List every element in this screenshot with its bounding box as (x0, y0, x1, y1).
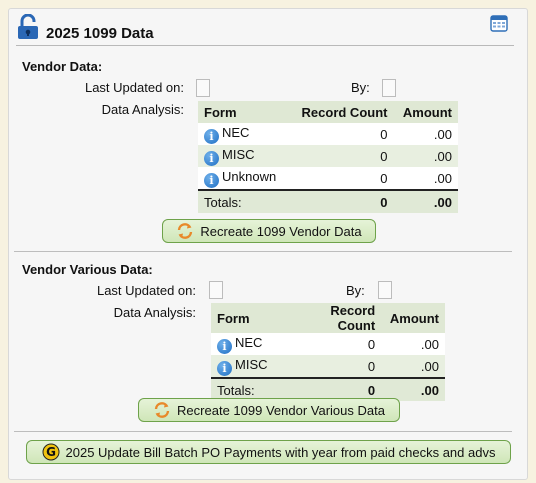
form-cell[interactable]: i MISC (211, 355, 284, 377)
various-last-updated-label: Last Updated on: (96, 283, 196, 298)
unlocked-lock-icon[interactable] (16, 14, 40, 40)
refresh-icon (154, 402, 170, 418)
info-icon[interactable]: i (204, 128, 219, 144)
totals-amount: .00 (393, 189, 458, 213)
various-last-updated-value (209, 281, 223, 299)
button-label: 2025 Update Bill Batch PO Payments with … (65, 444, 496, 460)
totals-label: Totals: (198, 189, 293, 213)
section-divider (14, 431, 512, 432)
amount-cell: .00 (393, 123, 458, 145)
amount-cell: .00 (393, 145, 458, 167)
column-header-form: Form (211, 303, 284, 333)
various-by-value (378, 281, 392, 299)
amount-cell: .00 (381, 355, 445, 377)
table-row: i MISC 0 .00 (198, 145, 458, 167)
info-icon[interactable]: i (217, 338, 232, 354)
totals-row: Totals: 0 .00 (198, 189, 458, 213)
table-row: i NEC 0 .00 (211, 333, 445, 355)
vendor-analysis-table: Form Record Count Amount i NEC 0 .00 i MIS… (198, 101, 458, 213)
info-icon[interactable]: i (204, 150, 219, 166)
refresh-icon (178, 223, 193, 239)
table-row: i Unknown 0 .00 (198, 167, 458, 189)
various-by-label: By: (346, 283, 365, 298)
recreate-vendor-various-data-button[interactable]: Recreate 1099 Vendor Various Data (138, 398, 400, 422)
svg-text:G: G (46, 445, 56, 459)
vendor-last-updated-value (196, 79, 210, 97)
column-header-form: Form (198, 101, 293, 123)
column-header-record-count: Record Count (283, 303, 382, 333)
column-header-amount: Amount (393, 101, 458, 123)
amount-cell: .00 (381, 333, 445, 355)
calendar-icon[interactable] (490, 14, 508, 32)
record-count-cell: 0 (292, 145, 394, 167)
section-divider (14, 251, 512, 252)
g-logo-icon: G (42, 443, 60, 461)
form-cell[interactable]: i NEC (211, 333, 284, 355)
form-cell[interactable]: i NEC (198, 123, 293, 145)
vendor-by-value (382, 79, 396, 97)
button-label: Recreate 1099 Vendor Various Data (177, 402, 385, 418)
button-label: Recreate 1099 Vendor Data (200, 223, 362, 239)
table-row: i MISC 0 .00 (211, 355, 445, 377)
form-cell[interactable]: i Unknown (198, 167, 293, 189)
vendor-analysis-label: Data Analysis: (101, 102, 184, 117)
vendor-last-updated-label: Last Updated on: (84, 80, 184, 95)
column-header-amount: Amount (381, 303, 445, 333)
various-section-label: Vendor Various Data: (22, 262, 153, 277)
form-cell[interactable]: i MISC (198, 145, 293, 167)
panel-header: 2025 1099 Data (14, 14, 514, 46)
update-bill-batch-button[interactable]: G 2025 Update Bill Batch PO Payments wit… (26, 440, 511, 464)
table-header-row: Form Record Count Amount (198, 101, 458, 123)
info-icon[interactable]: i (204, 172, 219, 188)
vendor-by-label: By: (351, 80, 370, 95)
column-header-record-count: Record Count (292, 101, 394, 123)
record-count-cell: 0 (292, 167, 394, 189)
record-count-cell: 0 (283, 333, 382, 355)
various-analysis-table: Form Record Count Amount i NEC 0 .00 i MIS… (211, 303, 445, 401)
amount-cell: .00 (393, 167, 458, 189)
various-analysis-label: Data Analysis: (113, 305, 196, 320)
page-title: 2025 1099 Data (46, 25, 154, 42)
record-count-cell: 0 (283, 355, 382, 377)
table-row: i NEC 0 .00 (198, 123, 458, 145)
vendor-section-label: Vendor Data: (22, 59, 103, 74)
info-icon[interactable]: i (217, 360, 232, 376)
recreate-vendor-data-button[interactable]: Recreate 1099 Vendor Data (162, 219, 376, 243)
totals-record-count: 0 (292, 189, 394, 213)
table-header-row: Form Record Count Amount (211, 303, 445, 333)
record-count-cell: 0 (292, 123, 394, 145)
header-divider (16, 45, 514, 46)
